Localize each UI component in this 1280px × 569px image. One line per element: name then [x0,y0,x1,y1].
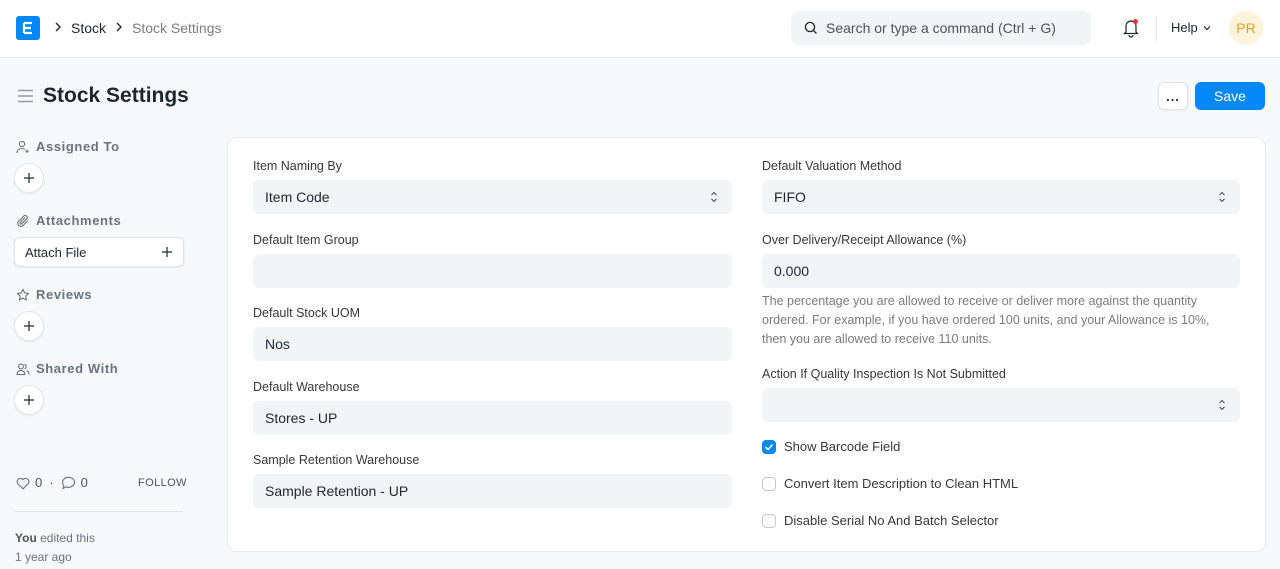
breadcrumb-chevron-icon [55,22,61,32]
add-share-button[interactable] [14,385,44,415]
attach-file-button[interactable]: Attach File [14,237,184,267]
checkbox-unchecked[interactable] [762,477,776,491]
sidebar-divider [15,511,183,512]
likes-count: 0 [35,475,43,490]
assigned-to-section: Assigned To [16,139,120,155]
plus-icon [24,395,34,405]
search-placeholder: Search or type a command (Ctrl + G) [826,20,1056,36]
add-review-button[interactable] [14,311,44,341]
over-delivery-allowance-description: The percentage you are allowed to receiv… [762,294,1210,346]
attachments-section: Attachments [16,213,121,229]
shared-with-label: Shared With [36,361,119,376]
help-label: Help [1171,20,1198,35]
paperclip-icon [17,214,29,227]
navbar-divider [1156,16,1157,41]
default-item-group-input[interactable] [253,254,732,288]
breadcrumb-stock[interactable]: Stock [71,19,106,37]
comment-icon[interactable] [61,476,76,490]
sample-retention-warehouse-input[interactable]: Sample Retention - UP [253,474,732,508]
plus-icon [162,247,172,257]
activity-action: edited this [40,531,95,545]
show-barcode-field-label: Show Barcode Field [784,439,901,454]
show-barcode-field-checkbox[interactable]: Show Barcode Field [762,439,900,455]
add-assignment-button[interactable] [14,163,44,193]
over-delivery-allowance-value: 0.000 [774,263,810,279]
convert-item-description-label: Convert Item Description to Clean HTML [784,476,1019,491]
item-naming-by-select[interactable]: Item Code [253,180,732,214]
erpnext-logo-icon [22,21,32,35]
app-logo[interactable] [16,16,40,40]
attach-file-label: Attach File [25,244,87,260]
plus-icon [24,321,34,331]
heart-icon[interactable] [16,477,30,490]
default-stock-uom-label: Default Stock UOM [253,306,360,320]
user-avatar[interactable]: PR [1229,11,1263,45]
activity-time: 1 year ago [15,550,72,564]
default-warehouse-value: Stores - UP [265,410,338,426]
more-actions-button[interactable]: ... [1158,82,1188,110]
default-valuation-method-select[interactable]: FIFO [762,180,1240,214]
default-stock-uom-input[interactable]: Nos [253,327,732,361]
navbar: Stock Stock Settings Search or type a co… [0,0,1280,58]
activity-user: You [15,531,37,545]
separator-dot: · [49,475,54,490]
reviews-label: Reviews [36,287,93,302]
convert-item-description-checkbox[interactable]: Convert Item Description to Clean HTML [762,476,1018,492]
over-delivery-allowance-input[interactable]: 0.000 [762,254,1240,288]
plus-icon [24,173,34,183]
select-arrows-icon [1219,191,1225,203]
over-delivery-allowance-label: Over Delivery/Receipt Allowance (%) [762,233,967,247]
default-stock-uom-value: Nos [265,336,290,352]
likes-comments: 0 · 0 [16,475,88,491]
follow-link[interactable]: FOLLOW [138,476,187,490]
select-arrows-icon [1219,399,1225,411]
sidebar-toggle-icon[interactable] [17,89,34,103]
default-warehouse-label: Default Warehouse [253,380,360,394]
page-title: Stock Settings [43,84,189,107]
star-icon [16,288,30,301]
item-naming-by-label: Item Naming By [253,159,342,173]
assigned-to-label: Assigned To [36,139,120,154]
default-valuation-method-value: FIFO [774,189,806,205]
users-icon [16,363,30,376]
last-activity: You edited this 1 year ago [15,529,95,567]
chevron-down-icon [1203,26,1211,31]
select-arrows-icon [711,191,717,203]
default-item-group-label: Default Item Group [253,233,359,247]
save-button[interactable]: Save [1195,82,1265,110]
default-valuation-method-label: Default Valuation Method [762,159,902,173]
add-user-icon [16,140,29,154]
default-warehouse-input[interactable]: Stores - UP [253,401,732,435]
shared-with-section: Shared With [16,361,118,377]
sample-retention-warehouse-value: Sample Retention - UP [265,483,409,499]
checkmark-icon [764,443,774,451]
disable-serial-batch-selector-label: Disable Serial No And Batch Selector [784,513,999,528]
search-input[interactable]: Search or type a command (Ctrl + G) [791,11,1091,45]
search-icon [804,21,817,34]
checkbox-unchecked[interactable] [762,514,776,528]
breadcrumb-chevron-icon [116,22,122,32]
notification-dot [1133,19,1138,24]
attachments-label: Attachments [36,213,122,228]
quality-inspection-action-select[interactable] [762,388,1240,422]
comments-count: 0 [80,475,88,490]
sample-retention-warehouse-label: Sample Retention Warehouse [253,453,420,467]
reviews-section: Reviews [16,287,92,303]
quality-inspection-action-label: Action If Quality Inspection Is Not Subm… [762,367,1006,381]
disable-serial-batch-selector-checkbox[interactable]: Disable Serial No And Batch Selector [762,513,999,529]
item-naming-by-value: Item Code [265,189,330,205]
checkbox-checked[interactable] [762,440,776,454]
breadcrumb-stock-settings[interactable]: Stock Settings [132,19,222,37]
help-dropdown[interactable]: Help [1171,20,1212,36]
